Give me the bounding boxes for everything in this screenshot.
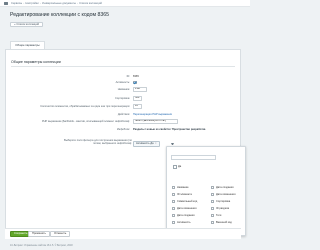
filter-chip-label: Активность Да	[136, 142, 154, 145]
filter-chip[interactable]: Активность Да ×	[133, 141, 160, 147]
list-collections-button[interactable]: ◂Список коллекций	[10, 22, 44, 27]
apply-button[interactable]: Применить	[28, 231, 50, 237]
popup-option[interactable]: Дата изменения	[177, 207, 197, 210]
popup-option[interactable]: Сортировка	[216, 200, 230, 203]
php-label: PHP выражение ($arFields - массив, описы…	[41, 120, 130, 123]
popup-option[interactable]: Дата изменения	[216, 193, 236, 196]
section-divider	[11, 66, 235, 67]
chip-remove-icon[interactable]: ×	[155, 142, 157, 145]
regenerate-link[interactable]: Перегенерация PHP выражения	[133, 113, 172, 116]
popup-option[interactable]: Дата создания	[177, 214, 195, 217]
popup-option[interactable]: ID раздела	[216, 207, 229, 210]
name-input[interactable]: PHP	[133, 87, 147, 92]
breadcrumb-separator: ›	[77, 1, 78, 5]
footer-text: 1С-Битрикс: Управление сайтом 18.1.5. © …	[10, 244, 73, 247]
popup-option[interactable]: Теги	[216, 214, 221, 217]
active-checkbox[interactable]	[133, 80, 137, 84]
popup-input[interactable]	[171, 155, 216, 160]
filter-fields-label: Выберите поля фильтра для построения выр…	[63, 139, 132, 146]
active-label: Активность:	[115, 81, 130, 84]
sort-input[interactable]: 500	[133, 96, 142, 101]
popup-option-checkbox[interactable]	[172, 214, 175, 217]
popup-option-checkbox[interactable]	[172, 200, 175, 203]
popup-option-checkbox[interactable]	[211, 193, 214, 196]
breadcrumb-item[interactable]: Универсальные документы	[42, 2, 76, 5]
id-value: 8365	[133, 75, 139, 78]
cancel-button[interactable]: Отменить	[50, 231, 71, 237]
breadcrumb-item[interactable]: Сервисы	[11, 2, 22, 5]
top-bar: Сервисы › Настройки › Универсальные доку…	[0, 0, 250, 7]
popup-option[interactable]: Дата создания	[216, 186, 234, 189]
list-collections-label: Список коллекций	[16, 23, 40, 26]
breadcrumb: Сервисы › Настройки › Универсальные доку…	[11, 2, 102, 5]
dropdown-arrow-icon[interactable]	[171, 143, 174, 145]
name-label: Название:	[117, 88, 130, 91]
popup-option-checkbox[interactable]	[211, 200, 214, 203]
popup-option-checkbox[interactable]	[211, 186, 214, 189]
popup-option[interactable]: ID элемента	[177, 193, 192, 196]
page-title: Редактирование коллекции с кодом 8365	[10, 12, 110, 18]
php-input[interactable]: return ($arFields['ACTIVE']	[133, 119, 178, 124]
popup-option[interactable]: Активность	[177, 221, 191, 224]
count-label: Количество элементов, обрабатываемых за …	[40, 105, 130, 108]
popup-option-checkbox[interactable]	[211, 207, 214, 210]
popup-option-checkbox[interactable]	[172, 186, 175, 189]
popup-checkbox-label: Да	[178, 165, 182, 168]
count-input[interactable]: 10	[133, 104, 142, 109]
popup-option-checkbox[interactable]	[172, 193, 175, 196]
home-icon[interactable]	[4, 1, 8, 5]
section-title: Общие параметры коллекции	[11, 60, 61, 64]
id-label: ID:	[126, 75, 130, 78]
breadcrumb-separator: ›	[39, 1, 41, 5]
popup-option[interactable]: Название	[177, 186, 189, 189]
popup-checkbox[interactable]	[173, 165, 177, 169]
sort-label: Сортировка:	[115, 97, 130, 100]
iblock-label: Инфоблок:	[116, 128, 130, 131]
tab-general-params[interactable]: Общие параметры	[10, 41, 45, 49]
popup-option-checkbox[interactable]	[211, 214, 214, 217]
iblock-value: Разделы / новые из свойств / Пространств…	[133, 128, 206, 131]
popup-option-checkbox[interactable]	[172, 207, 175, 210]
breadcrumb-separator: ›	[23, 1, 25, 5]
popup-option[interactable]: Внешний код	[216, 221, 232, 224]
breadcrumb-item[interactable]: Настройки	[25, 2, 38, 5]
action-label: Действия:	[117, 113, 130, 116]
filter-popup: Да Название ID элемента Символьный код Д…	[166, 146, 246, 236]
breadcrumb-item[interactable]: Список коллекций	[79, 2, 102, 5]
popup-option-checkbox[interactable]	[172, 221, 175, 224]
popup-option[interactable]: Символьный код	[177, 200, 197, 203]
popup-option-checkbox[interactable]	[211, 221, 214, 224]
